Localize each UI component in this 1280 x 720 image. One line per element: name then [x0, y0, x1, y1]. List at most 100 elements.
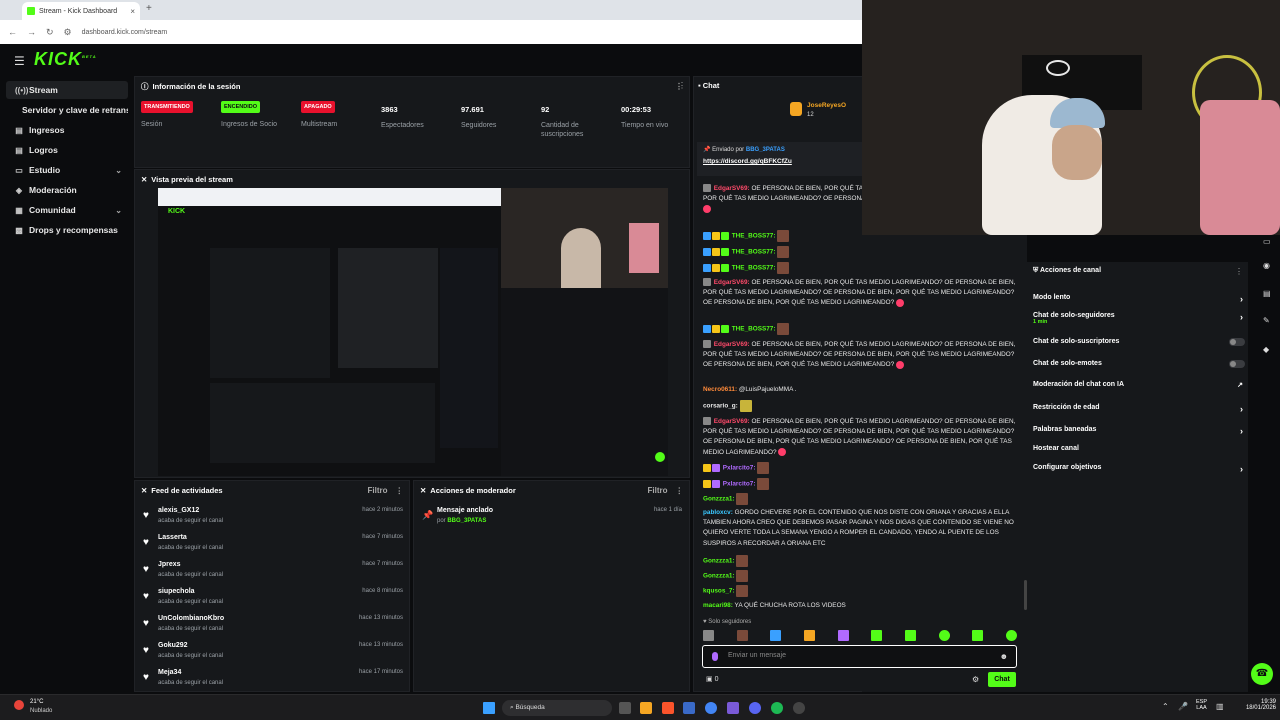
- action-age-restriction[interactable]: Restricción de edad ›: [1033, 404, 1245, 414]
- sidebar-item-moderacion[interactable]: ◈ Moderación: [6, 181, 128, 199]
- action-followers-only[interactable]: Chat de solo-seguidores 1 min ›: [1033, 312, 1245, 325]
- send-chat-button[interactable]: Chat: [988, 672, 1016, 687]
- emote-icon[interactable]: [837, 630, 849, 641]
- task-view-icon[interactable]: [619, 702, 631, 714]
- site-info-icon[interactable]: ⚙: [64, 27, 72, 38]
- browser-tab[interactable]: Stream - Kick Dashboard ×: [22, 2, 140, 20]
- follower-name[interactable]: UnColombianoKbro: [158, 615, 224, 622]
- chat-username[interactable]: kqusos_7:: [703, 588, 735, 595]
- chat-username[interactable]: THE_BOSS77:: [732, 326, 776, 333]
- more-options-icon[interactable]: ⋮: [1235, 267, 1243, 276]
- emote-icon[interactable]: [803, 630, 815, 641]
- follower-name[interactable]: alexis_GX12: [158, 507, 199, 514]
- sidebar-item-ingresos[interactable]: ▤ Ingresos: [6, 121, 128, 139]
- windows-start-icon[interactable]: [483, 702, 495, 714]
- follower-name[interactable]: siupechola: [158, 588, 195, 595]
- chat-username[interactable]: Pxlarcito7:: [723, 481, 756, 488]
- sidebar-item-drops[interactable]: ▩ Drops y recompensas: [6, 221, 128, 239]
- emote-icon[interactable]: [938, 630, 950, 641]
- chrome-icon[interactable]: [705, 702, 717, 714]
- toggle-switch[interactable]: [1229, 360, 1245, 368]
- chat-username[interactable]: THE_BOSS77:: [732, 265, 776, 272]
- chat-input[interactable]: Enviar un mensaje ☻: [702, 645, 1017, 668]
- emote-picker-icon[interactable]: [712, 652, 718, 661]
- chat-username[interactable]: Gonzzza1:: [703, 496, 735, 503]
- menu-icon[interactable]: ☰: [14, 54, 25, 68]
- top-user[interactable]: JoseReyesO: [807, 102, 846, 109]
- tab-close-icon[interactable]: ×: [130, 7, 135, 16]
- photos-app-icon[interactable]: [683, 702, 695, 714]
- follower-name[interactable]: Jprexs: [158, 561, 181, 568]
- reload-icon[interactable]: ↻: [46, 27, 54, 38]
- action-ai-moderation[interactable]: Moderación del chat con IA ↗: [1033, 381, 1245, 389]
- tray-chevron-up-icon[interactable]: ⌃: [1162, 702, 1169, 711]
- spotify-icon[interactable]: [771, 702, 783, 714]
- expand-icon[interactable]: ✕: [141, 175, 147, 184]
- chat-username[interactable]: Pxlarcito7:: [723, 465, 756, 472]
- microphone-icon[interactable]: 🎤: [1178, 702, 1188, 711]
- follower-name[interactable]: Meja34: [158, 669, 181, 676]
- stream-preview-video[interactable]: KICK: [158, 188, 668, 476]
- more-options-icon[interactable]: ⋮: [676, 486, 684, 495]
- queue-icon[interactable]: ▤: [1263, 289, 1271, 298]
- sidebar-item-estudio[interactable]: ▭ Estudio ⌄: [6, 161, 128, 179]
- emote-icon[interactable]: [1005, 630, 1017, 641]
- network-icon[interactable]: ▥: [1216, 702, 1224, 711]
- action-host-channel[interactable]: Hostear canal: [1033, 445, 1245, 452]
- action-emotes-only[interactable]: Chat de solo-emotes: [1033, 360, 1245, 368]
- chat-username[interactable]: Gonzzza1:: [703, 573, 735, 580]
- toggle-switch[interactable]: [1229, 338, 1245, 346]
- sidebar-item-comunidad[interactable]: ▦ Comunidad ⌄: [6, 201, 128, 219]
- more-options-icon[interactable]: ⋮: [396, 486, 404, 495]
- clock[interactable]: 19:39 18/01/2026: [1244, 699, 1276, 711]
- chat-bubble-icon[interactable]: ▭: [1263, 237, 1271, 246]
- new-tab-button[interactable]: +: [146, 3, 152, 14]
- help-chat-icon[interactable]: ☎: [1251, 663, 1273, 685]
- chat-username[interactable]: macari98:: [703, 602, 733, 609]
- collapse-icon[interactable]: ✕: [141, 486, 147, 495]
- sidebar-item-stream[interactable]: ((•)) Stream: [6, 81, 128, 99]
- filter-button[interactable]: Filtro: [368, 486, 388, 495]
- users-icon[interactable]: ◆: [1263, 345, 1269, 354]
- discord-icon[interactable]: [749, 702, 761, 714]
- emote-icon[interactable]: [871, 630, 883, 641]
- teams-icon[interactable]: [727, 702, 739, 714]
- action-slow-mode[interactable]: Modo lento ›: [1033, 294, 1245, 304]
- url-field[interactable]: dashboard.kick.com/stream: [82, 29, 168, 36]
- action-banned-words[interactable]: Palabras baneadas ›: [1033, 426, 1245, 436]
- pinned-link[interactable]: https://discord.gg/qBFKCfZu: [703, 158, 792, 165]
- emoji-icon[interactable]: ☻: [1000, 652, 1008, 661]
- taskbar-search[interactable]: ⌕ Búsqueda: [502, 700, 612, 716]
- emote-icon[interactable]: [972, 630, 984, 641]
- chat-username[interactable]: pabloxcv:: [703, 509, 733, 516]
- points-display[interactable]: ▣ 0: [706, 675, 718, 683]
- more-options-icon[interactable]: ⋮: [678, 81, 686, 90]
- mod-username[interactable]: BBG_3PATAS: [447, 518, 486, 524]
- follower-name[interactable]: Goku292: [158, 642, 188, 649]
- broadcast-icon[interactable]: ◉: [1263, 261, 1270, 270]
- chat-username[interactable]: corsario_g:: [703, 403, 738, 410]
- chat-settings-icon[interactable]: ⚙: [972, 675, 979, 684]
- emote-icon[interactable]: [703, 630, 714, 641]
- back-icon[interactable]: ←: [8, 27, 17, 37]
- file-explorer-icon[interactable]: [640, 702, 652, 714]
- sidebar-item-logros[interactable]: ▤ Logros: [6, 141, 128, 159]
- collapse-icon[interactable]: ✕: [420, 486, 426, 495]
- brave-browser-icon[interactable]: [662, 702, 674, 714]
- wrench-icon[interactable]: ✎: [1263, 316, 1270, 325]
- action-subscribers-only[interactable]: Chat de solo-suscriptores: [1033, 338, 1245, 346]
- chat-username[interactable]: Necro0611:: [703, 386, 737, 393]
- weather-temp[interactable]: 21°C: [30, 699, 43, 705]
- chat-username[interactable]: EdgarSV69:: [714, 185, 750, 192]
- chat-username[interactable]: Gonzzza1:: [703, 558, 735, 565]
- follower-name[interactable]: Lasserta: [158, 534, 187, 541]
- pinned-user[interactable]: BBG_3PATAS: [746, 147, 785, 153]
- chat-username[interactable]: THE_BOSS77:: [732, 233, 776, 240]
- forward-icon[interactable]: →: [27, 27, 36, 37]
- chat-username[interactable]: THE_BOSS77:: [732, 249, 776, 256]
- chat-username[interactable]: EdgarSV69:: [714, 418, 750, 425]
- sidebar-item-server-key[interactable]: Servidor y clave de retransmisión: [6, 101, 128, 119]
- language-indicator[interactable]: ESP LAA: [1196, 699, 1207, 711]
- kick-logo[interactable]: KICKBETA: [34, 49, 97, 70]
- emote-icon[interactable]: [736, 630, 748, 641]
